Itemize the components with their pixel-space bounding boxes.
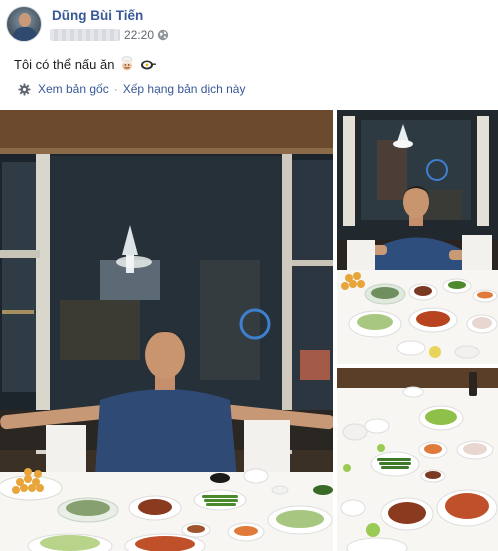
author-avatar[interactable]	[6, 6, 42, 42]
frying-pan-icon	[141, 60, 157, 70]
redacted-date	[50, 29, 120, 41]
translation-bar: Xem bản gốc · Xếp hạng bản dịch này	[18, 82, 245, 96]
side-photo-bottom[interactable]	[337, 368, 498, 551]
post-meta: 22:20	[50, 28, 169, 42]
globe-icon[interactable]	[157, 29, 169, 41]
status-text: Tôi có thể nấu ăn	[14, 56, 115, 72]
rate-translation-link[interactable]: Xếp hạng bản dịch này	[123, 82, 246, 96]
chef-face-emoji-icon	[122, 56, 133, 71]
see-original-link[interactable]: Xem bản gốc	[38, 82, 109, 96]
main-photo[interactable]	[0, 110, 333, 551]
separator-dot: ·	[113, 82, 118, 96]
post-status: Tôi có thể nấu ăn	[14, 56, 157, 72]
gear-icon[interactable]	[18, 82, 31, 96]
post-header: Dũng Bùi Tiến 22:20	[0, 0, 498, 48]
post-time-link[interactable]: 22:20	[124, 28, 154, 42]
author-name-link[interactable]: Dũng Bùi Tiến	[52, 8, 143, 23]
side-photo-top[interactable]	[337, 110, 498, 364]
